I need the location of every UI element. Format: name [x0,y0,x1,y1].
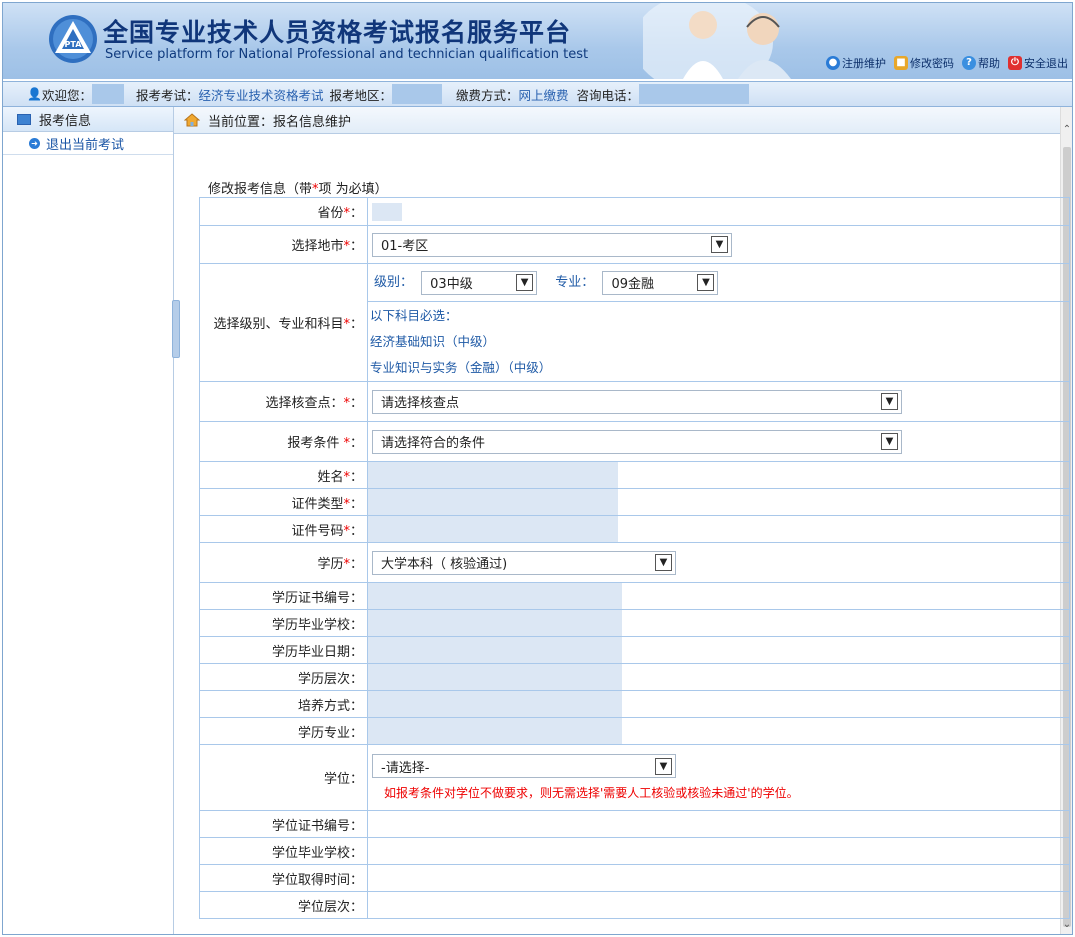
edu-field-redacted [368,691,622,717]
edu-field-redacted [368,718,622,744]
breadcrumb-text: 当前位置：报名信息维护 [208,114,352,130]
sidebar-header[interactable]: 报考信息 [3,107,173,132]
subjects-note: 以下科目必选： [370,307,458,323]
user-info-bar: 👤 欢迎您： 报考考试： 经济专业技术资格考试 报考地区： 缴费方式： 网上缴费… [3,81,1072,107]
payment-label: 缴费方式： [456,87,519,103]
row-edu-field: 学历证书编号： [199,582,1070,610]
globe-icon: ● [826,56,840,70]
row-degree-field: 学位层次： [199,891,1070,919]
checkpoint-select[interactable]: 请选择核查点 ▼ [372,389,902,414]
lock-icon: ■ [894,56,908,70]
scroll-up-icon[interactable]: ⌃ [1061,123,1072,137]
sidebar: 报考信息 ➜ 退出当前考试 [3,107,174,934]
chevron-down-icon: ▼ [655,757,672,775]
row-education: 学历*： 大学本科（ 核验通过) ▼ [199,542,1070,583]
row-degree-field: 学位取得时间： [199,864,1070,892]
row-level-major: 选择级别、专业和科目*： 级别： 03中级 ▼ 专业： 09金融 ▼ [199,263,1070,382]
row-degree-field: 学位证书编号： [199,810,1070,838]
chevron-down-icon: ▼ [516,274,534,291]
username-redacted [91,84,124,104]
province-redacted [372,202,402,221]
edu-field-redacted [368,637,622,663]
row-id-number: 证件号码*： [199,515,1070,543]
condition-select[interactable]: 请选择符合的条件 ▼ [372,429,902,454]
change-password-link[interactable]: ■ 修改密码 [894,55,954,71]
degree-select[interactable]: -请选择- ▼ [372,754,676,778]
subject-item: 经济基础知识（中级） [370,333,496,349]
id-number-redacted [368,516,618,542]
power-icon: ⏻ [1008,56,1022,70]
edu-field-redacted [368,664,622,690]
chevron-down-icon: ▼ [655,554,672,571]
row-city: 选择地市*： 01-考区 ▼ [199,225,1070,264]
pta-logo: PTA [49,15,97,63]
chevron-down-icon: ▼ [697,274,715,291]
subject-item: 专业知识与实务（金融）（中级） [370,359,552,375]
phone-redacted [639,84,750,104]
chevron-down-icon: ▼ [881,433,898,450]
phone-label: 咨询电话： [576,87,640,103]
site-subtitle: Service platform for National Profession… [105,47,589,62]
sidebar-item-exit-exam[interactable]: ➜ 退出当前考试 [3,132,173,155]
row-edu-field: 培养方式： [199,690,1070,718]
registration-form: 省份*： 选择地市*： 01-考区 ▼ 选择级别、专业和科目*： 级别： 03中级… [199,197,1070,919]
exam-label: 报考考试： [135,87,199,103]
home-icon [184,113,200,127]
chevron-down-icon: ▼ [711,236,728,253]
sidebar-collapse-handle[interactable] [172,300,180,358]
chevron-down-icon: ▼ [881,393,898,410]
exam-value: 经济专业技术资格考试 [198,87,324,103]
row-edu-field: 学历层次： [199,663,1070,691]
id-type-redacted [368,489,618,515]
row-edu-field: 学历毕业学校： [199,609,1070,637]
row-checkpoint: 选择核查点：*： 请选择核查点 ▼ [199,381,1070,422]
site-title: 全国专业技术人员资格考试报名服务平台 [103,18,572,47]
row-degree-field: 学位毕业学校： [199,837,1070,865]
help-link[interactable]: ? 帮助 [962,55,1000,71]
region-label: 报考地区： [329,87,393,103]
row-name: 姓名*： [199,461,1070,489]
logout-link[interactable]: ⏻ 安全退出 [1008,55,1068,71]
city-select[interactable]: 01-考区 ▼ [372,232,732,257]
name-redacted [368,462,618,488]
payment-value: 网上缴费 [518,87,569,103]
register-maintain-link[interactable]: ● 注册维护 [826,55,886,71]
user-icon: 👤 [27,87,42,101]
scroll-down-icon[interactable]: ⌄ [1061,918,1072,932]
arrow-right-icon: ➜ [29,137,40,149]
help-icon: ? [962,56,976,70]
row-condition: 报考条件 *： 请选择符合的条件 ▼ [199,421,1070,462]
degree-warning: 如报考条件对学位不做要求，则无需选择'需要人工核验或核验未通过'的学位。 [384,786,799,800]
edu-field-redacted [368,583,622,609]
level-select[interactable]: 03中级 ▼ [421,270,538,295]
major-select[interactable]: 09金融 ▼ [602,270,719,295]
row-edu-field: 学历专业： [199,717,1070,745]
welcome-label: 欢迎您： [41,87,92,103]
major-label: 专业： [555,275,595,290]
row-degree: 学位： -请选择- ▼ 如报考条件对学位不做要求，则无需选择'需要人工核验或核验未… [199,744,1070,811]
row-edu-field: 学历毕业日期： [199,636,1070,664]
top-links: ● 注册维护 ■ 修改密码 ? 帮助 ⏻ 安全退出 [826,55,1068,71]
svg-text:PTA: PTA [65,40,83,49]
education-select[interactable]: 大学本科（ 核验通过) ▼ [372,550,676,575]
edu-field-redacted [368,610,622,636]
headset-operators-image [643,3,791,79]
region-redacted [392,84,443,104]
form-title: 修改报考信息（带*项 为必填） [208,182,388,197]
row-province: 省份*： [199,197,1070,226]
level-label: 级别： [374,275,414,290]
panel-icon [17,113,31,125]
header-banner: PTA 全国专业技术人员资格考试报名服务平台 Service platform … [3,3,1072,79]
row-id-type: 证件类型*： [199,488,1070,516]
app-window: PTA 全国专业技术人员资格考试报名服务平台 Service platform … [2,2,1073,935]
breadcrumb: 当前位置：报名信息维护 [174,107,1070,134]
